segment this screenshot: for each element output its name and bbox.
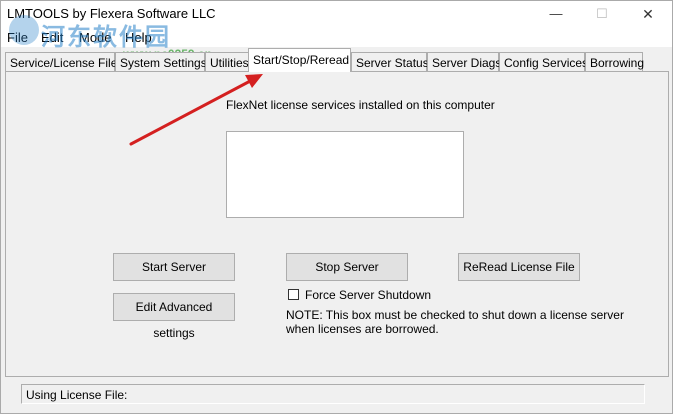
watermark-logo-icon (9, 15, 39, 45)
tab-system-settings[interactable]: System Settings (115, 52, 207, 72)
installed-services-list[interactable] (226, 131, 464, 218)
stop-server-button[interactable]: Stop Server (286, 253, 408, 281)
tab-borrowing[interactable]: Borrowing (585, 52, 644, 72)
force-shutdown-checkbox[interactable] (288, 289, 299, 300)
maximize-button[interactable]: ☐ (579, 1, 625, 29)
tab-config-services[interactable]: Config Services (499, 52, 588, 72)
close-button[interactable]: ✕ (625, 1, 671, 29)
tab-service-license-file[interactable]: Service/License File (5, 52, 117, 72)
minimize-button[interactable]: — (533, 1, 579, 29)
status-text: Using License File: (26, 388, 128, 402)
note-line-2: when licenses are borrowed. (286, 322, 439, 336)
note-line-1: NOTE: This box must be checked to shut d… (286, 308, 624, 322)
force-shutdown-label: Force Server Shutdown (305, 288, 432, 302)
installed-services-label: FlexNet license services installed on th… (226, 98, 495, 112)
tab-utilities[interactable]: Utilities (205, 52, 249, 72)
lmtools-window: LMTOOLS by Flexera Software LLC — ☐ ✕ Fi… (0, 0, 673, 414)
tab-server-status[interactable]: Server Status (351, 52, 429, 72)
tab-server-diags[interactable]: Server Diags (427, 52, 501, 72)
status-bar: Using License File: (21, 384, 645, 404)
start-server-button[interactable]: Start Server (113, 253, 235, 281)
tab-start-stop-reread[interactable]: Start/Stop/Reread (248, 48, 351, 72)
edit-advanced-settings-button[interactable]: Edit Advanced settings (113, 293, 235, 340)
reread-license-file-button[interactable]: ReRead License File (458, 253, 580, 281)
